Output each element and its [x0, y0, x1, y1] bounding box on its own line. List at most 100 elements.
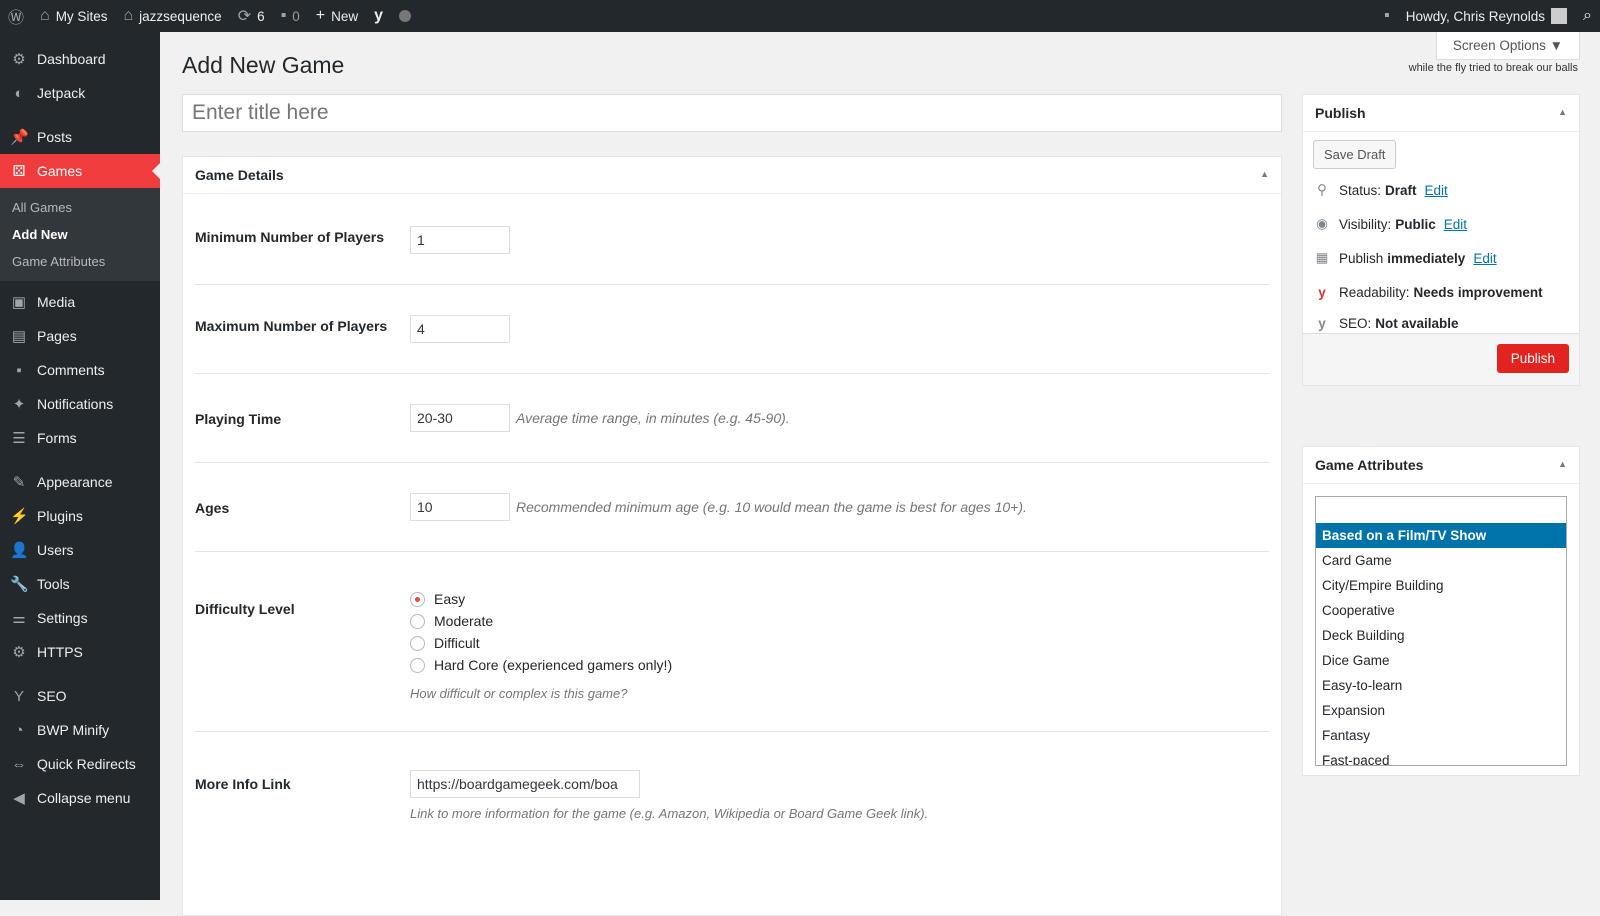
- menu-item-label: Users: [37, 542, 74, 558]
- game-attributes-heading[interactable]: Game Attributes ▲: [1303, 447, 1579, 484]
- forms-icon: ☰: [12, 430, 26, 447]
- attributes-select[interactable]: Based on a Film/TV Show Card Game City/Emp…: [1315, 496, 1567, 766]
- collapse-arrow-icon[interactable]: ▲: [1558, 459, 1567, 469]
- site-link[interactable]: ⌂ jazzsequence: [115, 0, 229, 32]
- radio-button[interactable]: [410, 613, 425, 629]
- menu-item-seo[interactable]: Y SEO: [0, 679, 160, 713]
- brush-icon: ✎: [12, 474, 26, 491]
- attribute-option[interactable]: Dice Game: [1316, 648, 1566, 673]
- attribute-option[interactable]: Fantasy: [1316, 723, 1566, 748]
- radio-button[interactable]: [410, 591, 425, 607]
- more-info-input[interactable]: [410, 770, 640, 798]
- max-players-input[interactable]: [410, 315, 510, 343]
- attribute-option[interactable]: Easy-to-learn: [1316, 673, 1566, 698]
- submenu-add-new[interactable]: Add New: [0, 221, 160, 248]
- menu-item-appearance[interactable]: ✎ Appearance: [0, 465, 160, 499]
- yoast-link[interactable]: y: [366, 0, 391, 32]
- redirect-icon: ⇔: [11, 755, 27, 773]
- yoast-seo-icon: y: [1318, 315, 1326, 331]
- publish-box: Publish ▲ Save Draft ⚲ Status: Draft Edit ◉ V…: [1302, 94, 1580, 386]
- attribute-option[interactable]: City/Empire Building: [1316, 573, 1566, 598]
- account-link[interactable]: Howdy, Chris Reynolds: [1398, 0, 1575, 32]
- playing-time-input[interactable]: [410, 404, 510, 432]
- submenu-game-attributes[interactable]: Game Attributes: [0, 248, 160, 275]
- yoast-icon: Y: [13, 687, 24, 705]
- menu-item-users[interactable]: 👤 Users: [0, 533, 160, 567]
- search-button[interactable]: ⌕: [1575, 0, 1600, 32]
- attribute-option[interactable]: Fast-paced: [1316, 748, 1566, 765]
- ages-input[interactable]: [410, 493, 510, 521]
- game-details-box: Game Details ▲ Minimum Number of Players …: [182, 156, 1282, 916]
- notifications-link[interactable]: ▪: [1376, 0, 1398, 32]
- menu-item-games[interactable]: ⚄ Games: [0, 154, 160, 188]
- pages-icon: ▤: [11, 328, 27, 345]
- collapse-icon: ◀: [13, 790, 25, 807]
- menu-item-label: Forms: [37, 430, 77, 446]
- attribute-option[interactable]: Card Game: [1316, 548, 1566, 573]
- screen-options-button[interactable]: Screen Options ▼: [1435, 32, 1580, 60]
- attribute-option[interactable]: Deck Building: [1316, 623, 1566, 648]
- menu-item-dashboard[interactable]: ⚙ Dashboard: [0, 42, 160, 76]
- difficulty-radio[interactable]: Difficult: [410, 632, 672, 654]
- menu-item-tools[interactable]: 🔧 Tools: [0, 567, 160, 601]
- edit-visibility-link[interactable]: Edit: [1444, 217, 1467, 232]
- radio-label: Hard Core (experienced gamers only!): [434, 657, 673, 673]
- jetpack-icon: ◐: [14, 84, 24, 102]
- pin-icon: ⚲: [1317, 182, 1327, 197]
- menu-item-https[interactable]: ⚙ HTTPS: [0, 635, 160, 669]
- seo-value: Not available: [1375, 315, 1459, 331]
- eye-icon: ◉: [1316, 216, 1328, 231]
- max-players-label: Maximum Number of Players: [195, 318, 388, 334]
- updates-link[interactable]: ⟳ 6: [230, 0, 273, 32]
- menu-item-notifications[interactable]: ✦ Notifications: [0, 387, 160, 421]
- menu-item-comments[interactable]: ▪ Comments: [0, 353, 160, 387]
- radio-button[interactable]: [410, 657, 425, 673]
- difficulty-radio[interactable]: Easy: [410, 588, 672, 610]
- status-label: Status:: [1339, 182, 1382, 198]
- sites-icon: ⌂: [40, 7, 50, 24]
- menu-item-collapse-menu[interactable]: ◀ Collapse menu: [0, 781, 160, 815]
- my-sites-link[interactable]: ⌂ My Sites: [32, 0, 115, 32]
- menu-item-label: Appearance: [37, 474, 113, 490]
- menu-item-pages[interactable]: ▤ Pages: [0, 319, 160, 353]
- menu-item-jetpack[interactable]: ◐ Jetpack: [0, 76, 160, 110]
- difficulty-radio[interactable]: Hard Core (experienced gamers only!): [410, 654, 672, 676]
- attributes-search-input[interactable]: [1316, 497, 1566, 524]
- save-draft-button[interactable]: Save Draft: [1313, 140, 1397, 169]
- readability-label: Readability:: [1339, 284, 1410, 300]
- publish-button[interactable]: Publish: [1496, 344, 1569, 373]
- difficulty-radio[interactable]: Moderate: [410, 610, 672, 632]
- publish-heading[interactable]: Publish ▲: [1303, 95, 1579, 132]
- new-link[interactable]: + New: [308, 0, 366, 32]
- menu-item-media[interactable]: ▣ Media: [0, 285, 160, 319]
- menu-item-quick-redirects[interactable]: ⇔ Quick Redirects: [0, 747, 160, 781]
- comments-link[interactable]: ▪ 0: [273, 0, 308, 32]
- collapse-arrow-icon[interactable]: ▲: [1558, 107, 1567, 117]
- min-players-input[interactable]: [410, 226, 510, 254]
- edit-date-link[interactable]: Edit: [1473, 251, 1496, 266]
- menu-item-settings[interactable]: ⚌ Settings: [0, 601, 160, 635]
- menu-item-forms[interactable]: ☰ Forms: [0, 421, 160, 455]
- attribute-option[interactable]: Cooperative: [1316, 598, 1566, 623]
- attribute-option[interactable]: Expansion: [1316, 698, 1566, 723]
- media-icon: ▣: [11, 294, 27, 311]
- attribute-option[interactable]: Based on a Film/TV Show: [1316, 523, 1566, 548]
- menu-item-posts[interactable]: 📌 Posts: [0, 120, 160, 154]
- min-players-label: Minimum Number of Players: [195, 229, 385, 245]
- collapse-arrow-icon[interactable]: ▲: [1260, 169, 1269, 179]
- menu-item-plugins[interactable]: ⚡ Plugins: [0, 499, 160, 533]
- menu-item-label: Media: [37, 294, 76, 310]
- game-details-heading[interactable]: Game Details ▲: [183, 157, 1281, 194]
- publish-when: immediately: [1387, 250, 1466, 266]
- title-input[interactable]: [182, 94, 1282, 132]
- edit-status-link[interactable]: Edit: [1425, 183, 1448, 198]
- radio-button[interactable]: [410, 635, 425, 651]
- menu-item-bwp-minify[interactable]: ◔ BWP Minify: [0, 713, 160, 747]
- search-icon: ⌕: [1583, 7, 1592, 24]
- comments-count: 0: [292, 8, 300, 24]
- submenu-all-games[interactable]: All Games: [0, 194, 160, 221]
- status-value: Draft: [1385, 182, 1417, 198]
- menu-item-label: Dashboard: [37, 51, 106, 67]
- game-attributes-box: Game Attributes ▲ Based on a Film/TV Show…: [1302, 446, 1580, 776]
- wordpress-logo[interactable]: Ⓦ: [0, 0, 32, 32]
